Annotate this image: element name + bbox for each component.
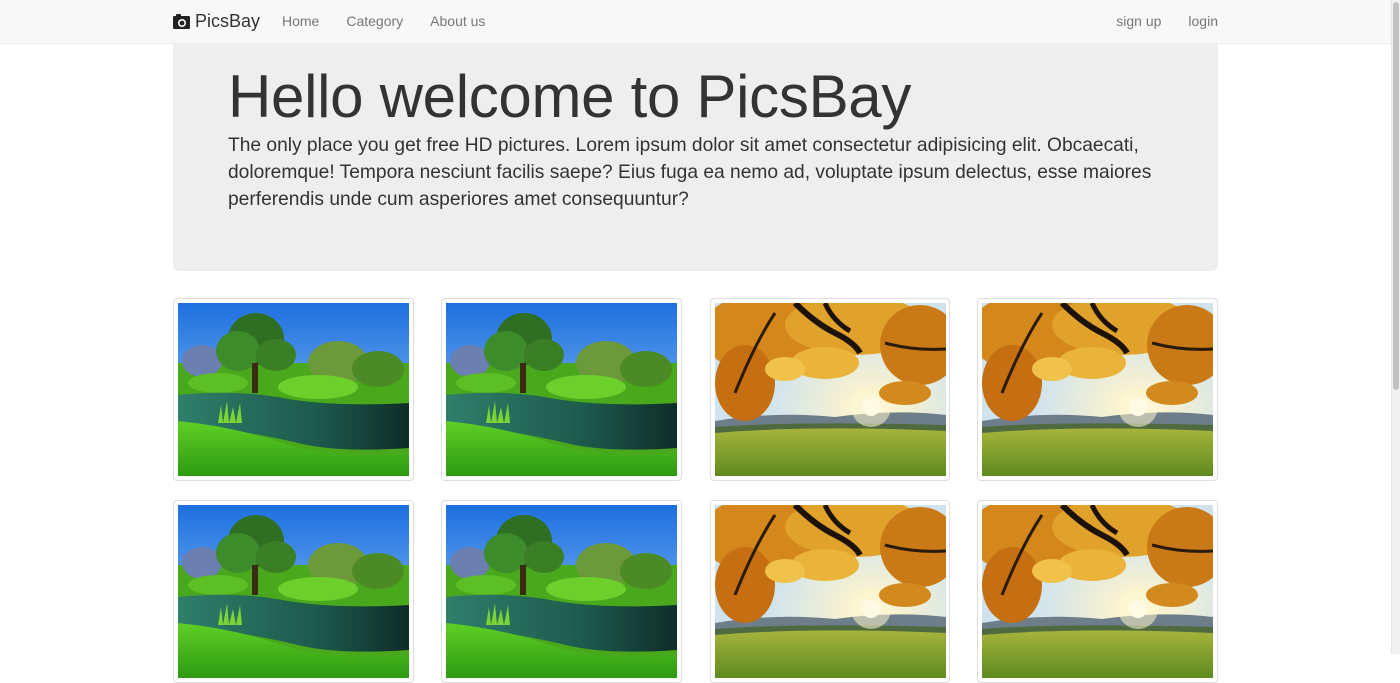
- gallery-thumbnail[interactable]: [977, 500, 1218, 683]
- autumn-tree-image: [715, 303, 946, 476]
- gallery-thumbnail[interactable]: [173, 298, 414, 481]
- autumn-tree-image: [715, 505, 946, 678]
- camera-icon: [173, 14, 190, 29]
- gallery-thumbnail[interactable]: [710, 500, 950, 683]
- gallery-thumbnail[interactable]: [977, 298, 1218, 481]
- green-lake-image: [178, 303, 409, 476]
- green-lake-image: [446, 505, 677, 678]
- page-scrollbar[interactable]: [1391, 0, 1400, 654]
- green-lake-image: [178, 505, 409, 678]
- scrollbar-thumb[interactable]: [1393, 2, 1399, 390]
- navbar: PicsBay Home Category About us sign up l…: [0, 0, 1391, 44]
- welcome-jumbotron: Hello welcome to PicsBay The only place …: [173, 44, 1218, 271]
- welcome-text: The only place you get free HD pictures.…: [228, 135, 1152, 210]
- gallery-thumbnail[interactable]: [710, 298, 950, 481]
- autumn-tree-image: [982, 505, 1213, 678]
- gallery-thumbnail[interactable]: [441, 298, 682, 481]
- main-nav: Home Category About us: [282, 13, 512, 29]
- brand-link[interactable]: PicsBay: [173, 11, 260, 32]
- nav-home-link[interactable]: Home: [282, 13, 319, 29]
- signup-link[interactable]: sign up: [1116, 13, 1161, 29]
- autumn-tree-image: [982, 303, 1213, 476]
- nav-about-link[interactable]: About us: [430, 13, 485, 29]
- brand-name: PicsBay: [195, 11, 261, 31]
- login-link[interactable]: login: [1188, 13, 1218, 29]
- auth-nav: sign up login: [1089, 13, 1218, 29]
- nav-category-link[interactable]: Category: [346, 13, 403, 29]
- gallery-thumbnail[interactable]: [173, 500, 414, 683]
- page-title: Hello welcome to PicsBay: [228, 63, 912, 130]
- green-lake-image: [446, 303, 677, 476]
- gallery-thumbnail[interactable]: [441, 500, 682, 683]
